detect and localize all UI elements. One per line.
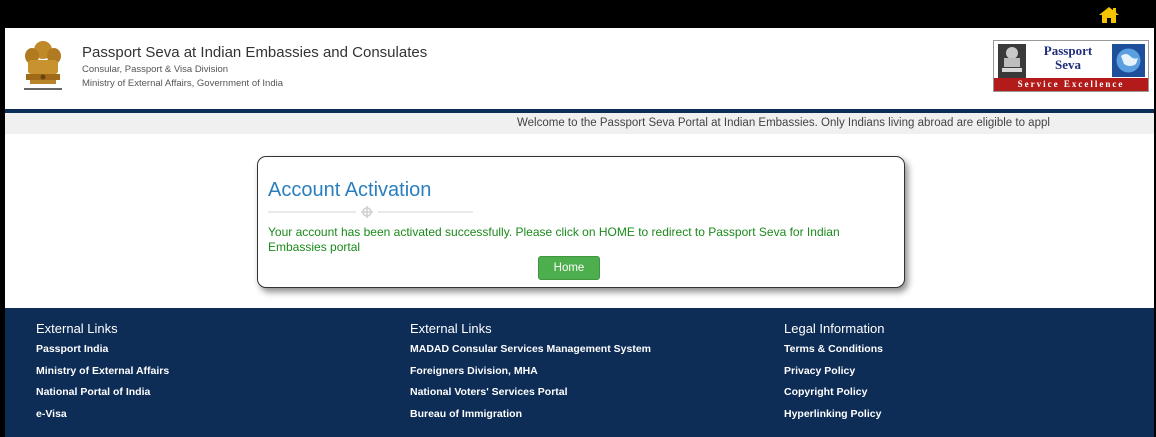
footer-column-2: External Links MADAD Consular Services M… bbox=[410, 321, 651, 428]
passport-seva-logo: Passport Seva Service Excellence bbox=[993, 40, 1149, 92]
footer-heading: External Links bbox=[36, 321, 118, 336]
footer-link-privacy[interactable]: Privacy Policy bbox=[784, 364, 884, 386]
footer-column-1: External Links Passport India Ministry o… bbox=[36, 321, 169, 428]
ministry-name: Ministry of External Affairs, Government… bbox=[82, 78, 283, 89]
logo-text: Passport Seva bbox=[1028, 44, 1108, 72]
globe-icon bbox=[1112, 44, 1145, 77]
card-title: Account Activation bbox=[268, 179, 432, 201]
footer-link-mea[interactable]: Ministry of External Affairs bbox=[36, 364, 169, 386]
footer-link-foreigners-division[interactable]: Foreigners Division, MHA bbox=[410, 364, 651, 386]
footer-heading: Legal Information bbox=[784, 321, 885, 336]
footer-link-passport-india[interactable]: Passport India bbox=[36, 342, 169, 364]
footer-link-hyperlinking[interactable]: Hyperlinking Policy bbox=[784, 407, 884, 429]
home-icon[interactable] bbox=[1098, 6, 1120, 24]
ticker-text: Welcome to the Passport Seva Portal at I… bbox=[517, 117, 1050, 129]
footer-link-voters-portal[interactable]: National Voters' Services Portal bbox=[410, 385, 651, 407]
footer-heading: External Links bbox=[410, 321, 492, 336]
footer-link-national-portal[interactable]: National Portal of India bbox=[36, 385, 169, 407]
footer-link-madad[interactable]: MADAD Consular Services Management Syste… bbox=[410, 342, 651, 364]
footer-link-copyright[interactable]: Copyright Policy bbox=[784, 385, 884, 407]
logo-band: Service Excellence bbox=[994, 78, 1148, 91]
page-frame: Passport Seva at Indian Embassies and Co… bbox=[5, 28, 1154, 437]
emblem-small-icon bbox=[998, 44, 1026, 78]
footer-link-evisa[interactable]: e-Visa bbox=[36, 407, 169, 429]
site-title: Passport Seva at Indian Embassies and Co… bbox=[82, 44, 428, 61]
activation-card: Account Activation Your account has been… bbox=[257, 156, 905, 288]
marquee-ticker: Welcome to the Passport Seva Portal at I… bbox=[5, 113, 1154, 134]
footer-column-3: Legal Information Terms & Conditions Pri… bbox=[784, 321, 884, 428]
top-bar bbox=[0, 0, 1156, 28]
logo-line-1: Passport bbox=[1043, 43, 1093, 58]
state-emblem-icon bbox=[24, 41, 62, 90]
home-button[interactable]: Home bbox=[538, 256, 600, 280]
title-divider-icon bbox=[268, 206, 473, 218]
site-header: Passport Seva at Indian Embassies and Co… bbox=[5, 28, 1154, 109]
division-name: Consular, Passport & Visa Division bbox=[82, 64, 229, 75]
success-message: Your account has been activated successf… bbox=[268, 225, 840, 254]
footer-link-terms[interactable]: Terms & Conditions bbox=[784, 342, 884, 364]
footer-link-immigration[interactable]: Bureau of Immigration bbox=[410, 407, 651, 429]
site-footer: External Links Passport India Ministry o… bbox=[5, 308, 1154, 437]
logo-line-2: Seva bbox=[1055, 57, 1081, 72]
